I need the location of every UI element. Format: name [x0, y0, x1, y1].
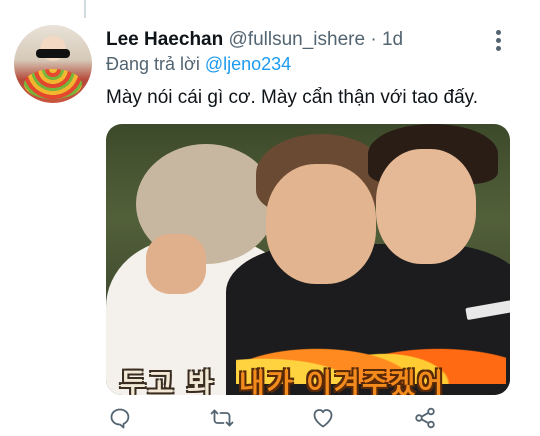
reply-icon[interactable]: [106, 404, 134, 432]
tweet-media-gif[interactable]: 두고 봐 내가 이겨주겠어: [106, 124, 510, 395]
avatar[interactable]: [14, 25, 92, 103]
avatar-sunglasses: [36, 49, 70, 58]
header-separator: ·: [370, 29, 377, 50]
share-icon[interactable]: [411, 404, 439, 432]
media-person-right-face: [376, 149, 476, 264]
tweet-text: Mày nói cái gì cơ. Mày cẩn thận với tao …: [106, 87, 479, 108]
author-handle[interactable]: @fullsun_ishere: [229, 29, 366, 50]
thread-connector-line: [84, 0, 86, 18]
tweet-timestamp[interactable]: 1d: [382, 29, 403, 50]
avatar-flower-lei: [24, 69, 82, 99]
replying-prefix: Đang trả lời: [106, 54, 200, 74]
retweet-icon[interactable]: [208, 404, 236, 432]
more-vertical-icon[interactable]: [490, 27, 508, 53]
media-caption-part2: 내가 이겨주겠어: [239, 367, 446, 395]
heart-icon[interactable]: [309, 404, 337, 432]
tweet-header: Lee Haechan @fullsun_ishere · 1d: [106, 28, 480, 52]
media-person-middle-face: [266, 164, 376, 284]
media-caption: 두고 봐 내가 이겨주겠어: [106, 367, 510, 395]
media-caption-part1: 두고 봐: [120, 367, 216, 395]
media-pointing-fist: [146, 234, 206, 294]
replying-to-line: Đang trả lời @ljeno234: [106, 54, 291, 75]
replying-mention-link[interactable]: @ljeno234: [205, 54, 291, 74]
author-name[interactable]: Lee Haechan: [106, 29, 223, 50]
tweet-actions-bar: [106, 404, 446, 432]
